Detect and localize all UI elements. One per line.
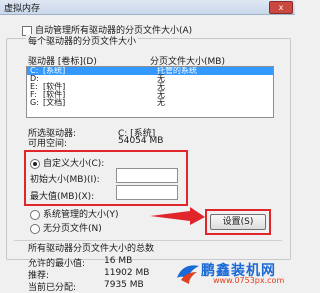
list-item[interactable]: C: [系统] 托管的系统 — [27, 67, 273, 75]
window-title: 虚拟内存 — [4, 4, 41, 14]
free-space-label: 可用空间: — [28, 139, 68, 149]
drive-size: 无 — [157, 98, 165, 107]
recommended-value: 11902 MB — [104, 268, 150, 278]
current-value: 7935 MB — [104, 280, 144, 290]
initial-size-label: 初始大小(MB)(I): — [30, 175, 100, 185]
watermark-url: www.0753px.com — [213, 276, 285, 285]
group-label: 每个驱动器的分页文件大小 — [26, 34, 139, 47]
min-value: 16 MB — [104, 256, 133, 266]
radio-selected-icon[interactable] — [30, 158, 40, 169]
list-item[interactable]: G: [文档] 无 — [27, 99, 273, 107]
arrow-icon — [150, 207, 205, 225]
totals-heading: 所有驱动器分页文件大小的总数 — [28, 244, 155, 254]
watermark: 鹏鑫装机网 www.0753px.com — [173, 260, 293, 286]
close-button[interactable]: x — [269, 1, 293, 14]
free-space-value: 54054 MB — [118, 136, 164, 146]
system-managed-label: 系统管理的大小(Y) — [43, 210, 119, 220]
bird-logo-icon — [177, 265, 199, 284]
drive-label: [系统] — [43, 66, 66, 75]
no-paging-radio[interactable]: 无分页文件(N) — [30, 221, 102, 234]
max-size-input[interactable] — [116, 185, 178, 200]
custom-size-radio[interactable]: 自定义大小(C): — [30, 156, 104, 169]
max-size-label: 最大值(MB)(X): — [30, 192, 95, 202]
drive-list[interactable]: C: [系统] 托管的系统 D: 无 E: [软件] 无 F: [软件] 无 G… — [26, 66, 274, 118]
current-label: 当前已分配: — [28, 283, 77, 293]
set-button[interactable]: 设置(S) — [210, 214, 266, 230]
custom-size-label: 自定义大小(C): — [43, 159, 105, 169]
drive-label: [文档] — [43, 98, 66, 107]
system-managed-radio[interactable]: 系统管理的大小(Y) — [30, 207, 119, 220]
no-paging-label: 无分页文件(N) — [43, 224, 102, 234]
title-bar: 虚拟内存 x — [0, 0, 295, 15]
initial-size-input[interactable] — [116, 168, 178, 183]
drive-letter: G: — [30, 98, 39, 107]
radio-icon[interactable] — [30, 209, 40, 220]
radio-icon[interactable] — [30, 223, 40, 234]
